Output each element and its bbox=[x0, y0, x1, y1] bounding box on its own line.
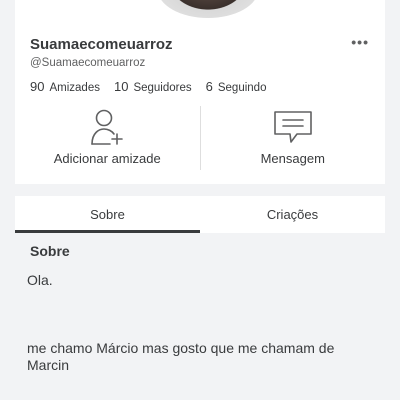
profile-actions: Adicionar amizade Mensagem bbox=[15, 104, 385, 174]
stat-followers-count: 10 bbox=[113, 79, 129, 94]
about-text: Ola. me chamo Márcio mas gosto que me ch… bbox=[27, 272, 335, 373]
profile-handle: @Suamaecomeuarroz bbox=[30, 57, 146, 69]
add-friend-button[interactable]: Adicionar amizade bbox=[15, 104, 200, 174]
add-friend-icon bbox=[91, 109, 124, 145]
message-icon bbox=[273, 111, 312, 143]
stat-following-label: Seguindo bbox=[217, 82, 267, 94]
avatar[interactable] bbox=[158, 0, 258, 18]
stat-followers-label: Seguidores bbox=[133, 82, 192, 94]
tab-about[interactable]: Sobre bbox=[15, 196, 200, 233]
stat-following-count: 6 bbox=[205, 79, 213, 94]
about-section-title: Sobre bbox=[30, 243, 70, 259]
message-button[interactable]: Mensagem bbox=[201, 104, 386, 174]
stat-followers[interactable]: 10 Seguidores bbox=[114, 79, 192, 94]
stat-following[interactable]: 6 Seguindo bbox=[206, 79, 267, 94]
message-label: Mensagem bbox=[260, 151, 325, 166]
profile-card: ••• Suamaecomeuarroz @Suamaecomeuarroz 9… bbox=[15, 0, 385, 184]
stat-friends-label: Amizades bbox=[49, 82, 100, 94]
stat-friends-count: 90 bbox=[30, 79, 45, 94]
add-friend-label: Adicionar amizade bbox=[53, 151, 161, 166]
profile-tabs: Sobre Criações bbox=[15, 196, 385, 233]
more-options-icon[interactable]: ••• bbox=[351, 34, 369, 50]
stat-friends[interactable]: 90 Amizades bbox=[30, 79, 100, 94]
profile-stats: 90 Amizades 10 Seguidores 6 Seguindo bbox=[30, 79, 266, 94]
profile-username: Suamaecomeuarroz bbox=[30, 36, 173, 53]
tab-creations[interactable]: Criações bbox=[200, 196, 385, 233]
